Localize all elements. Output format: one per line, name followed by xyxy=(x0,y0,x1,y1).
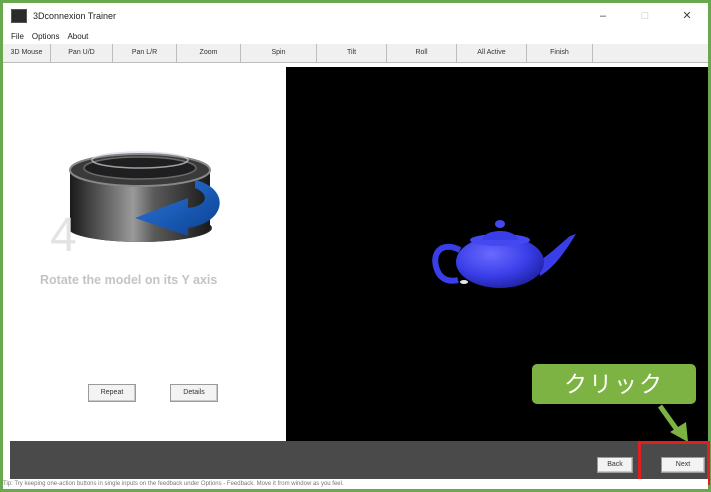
tab-zoom[interactable]: Zoom xyxy=(177,44,241,62)
teapot-model[interactable] xyxy=(420,210,590,300)
step-instruction: Rotate the model on its Y axis xyxy=(40,273,218,287)
menu-file[interactable]: File xyxy=(11,32,24,41)
step-number: 4 xyxy=(50,209,77,262)
menu-about[interactable]: About xyxy=(67,32,88,41)
tab-pan-ud[interactable]: Pan U/D xyxy=(51,44,113,62)
tab-bar: 3D Mouse Pan U/D Pan L/R Zoom Spin Tilt … xyxy=(3,44,708,63)
close-button[interactable]: ✕ xyxy=(666,3,708,29)
tab-pan-lr[interactable]: Pan L/R xyxy=(113,44,177,62)
app-icon xyxy=(11,9,27,23)
menu-bar: File Options About xyxy=(3,29,708,43)
repeat-button[interactable]: Repeat xyxy=(88,384,136,402)
details-button[interactable]: Details xyxy=(170,384,218,402)
menu-options[interactable]: Options xyxy=(32,32,60,41)
back-button[interactable]: Back xyxy=(597,457,633,473)
window-title: 3Dconnexion Trainer xyxy=(33,11,117,21)
minimize-button[interactable]: – xyxy=(582,3,624,29)
tab-finish[interactable]: Finish xyxy=(527,44,593,62)
tab-all-active[interactable]: All Active xyxy=(457,44,527,62)
title-bar: 3Dconnexion Trainer – □ ✕ xyxy=(3,3,708,29)
tab-spin[interactable]: Spin xyxy=(241,44,317,62)
tab-roll[interactable]: Roll xyxy=(387,44,457,62)
callout-pointer-arrow xyxy=(657,404,688,442)
tab-tilt[interactable]: Tilt xyxy=(317,44,387,62)
tab-3d-mouse[interactable]: 3D Mouse xyxy=(3,44,51,62)
maximize-button[interactable]: □ xyxy=(624,3,666,29)
click-callout: クリック xyxy=(532,364,696,404)
3d-mouse-illustration xyxy=(68,151,220,242)
status-bar: Tip: Try keeping one-action buttons in s… xyxy=(3,479,708,489)
